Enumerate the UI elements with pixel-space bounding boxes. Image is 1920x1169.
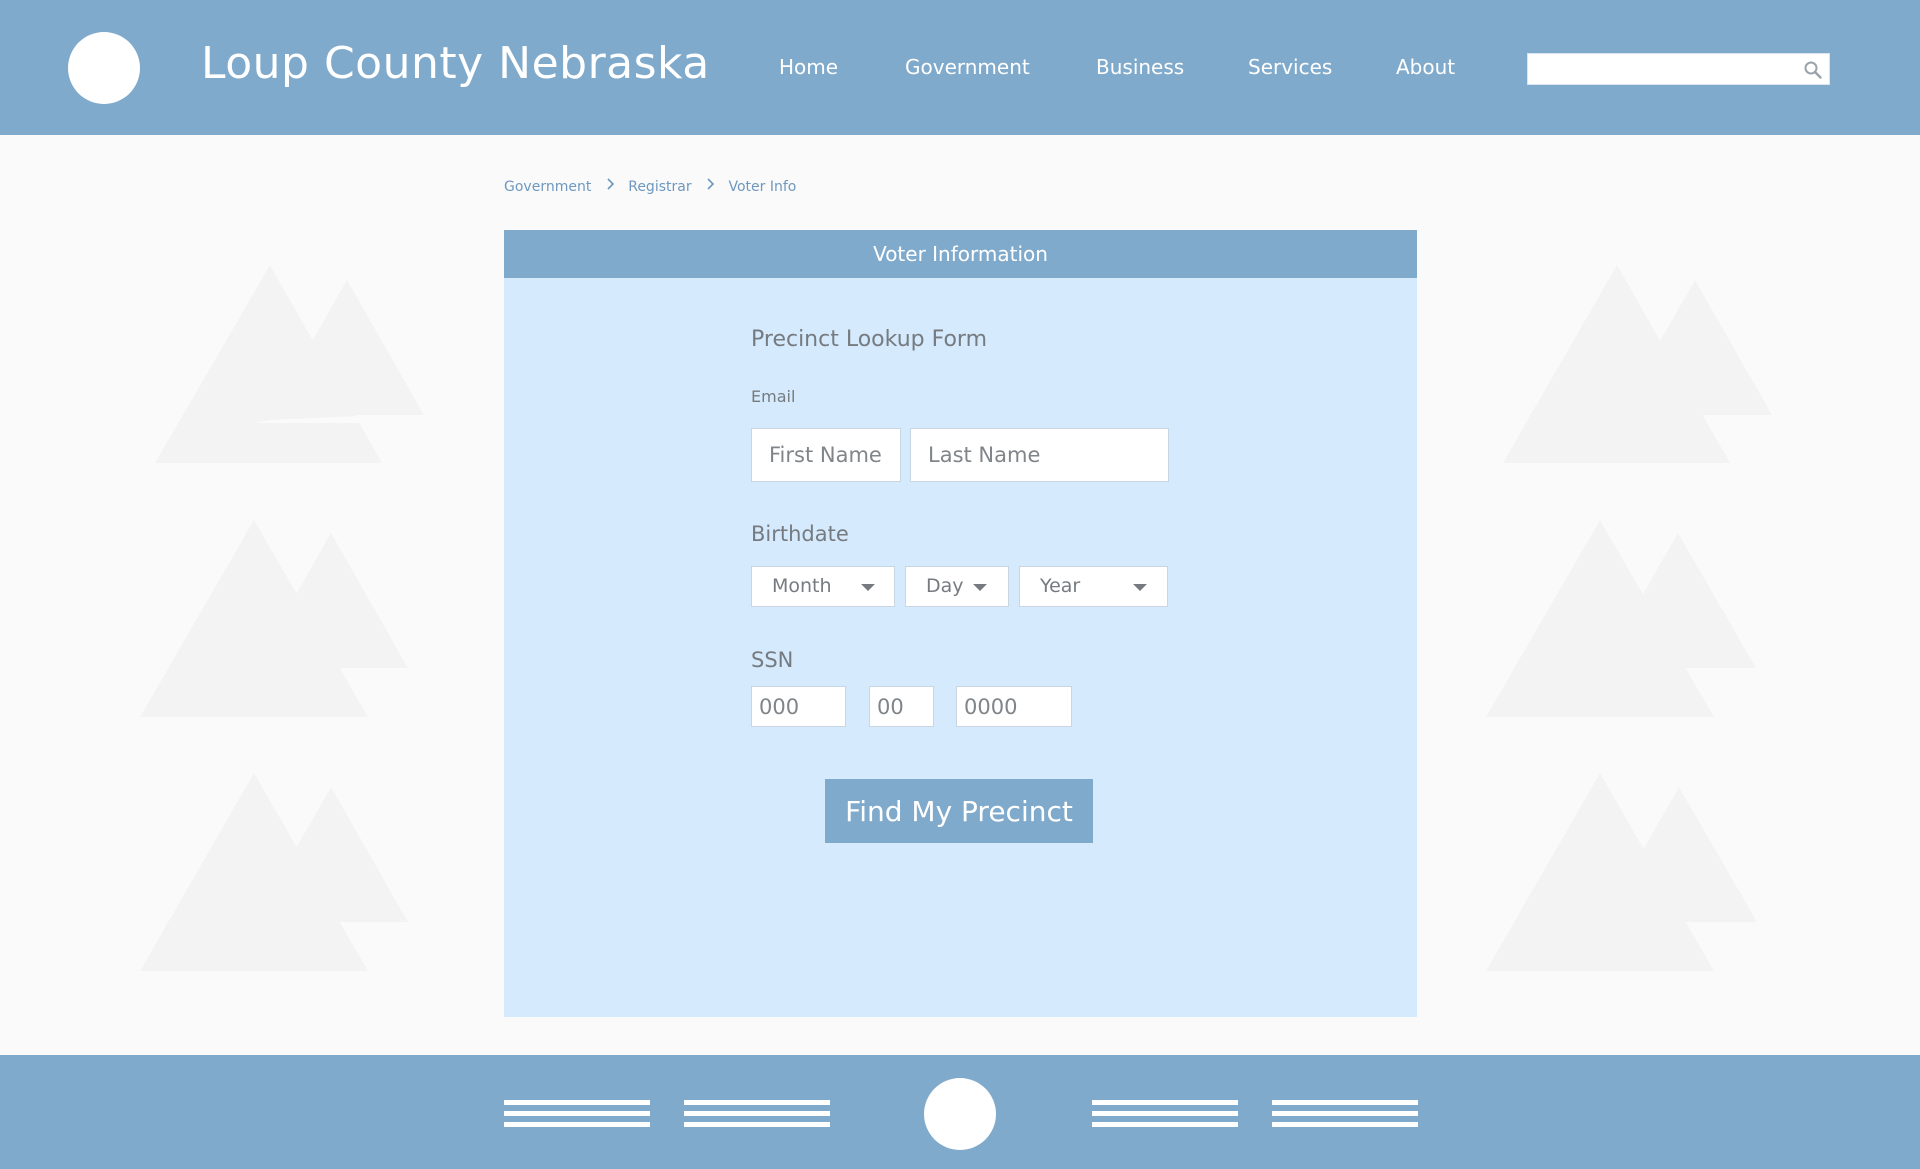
breadcrumb-government[interactable]: Government (504, 179, 591, 195)
month-select[interactable]: Month (751, 566, 895, 607)
first-name-input[interactable] (751, 428, 901, 482)
decorative-triangles-right (1486, 265, 1772, 971)
chevron-right-icon (707, 178, 715, 190)
nav-about[interactable]: About (1396, 55, 1455, 79)
site-header: Loup County Nebraska Home Government Bus… (0, 0, 1920, 135)
ssn-group-input[interactable] (869, 686, 934, 727)
day-select[interactable]: Day (905, 566, 1009, 607)
footer-link-group-1[interactable] (504, 1100, 650, 1133)
caret-down-icon (973, 584, 987, 591)
find-precinct-button[interactable]: Find My Precinct (825, 779, 1093, 843)
caret-down-icon (861, 584, 875, 591)
chevron-right-icon (607, 178, 614, 190)
search-icon[interactable] (1803, 60, 1823, 80)
year-select[interactable]: Year (1019, 566, 1168, 607)
day-select-label: Day (926, 575, 964, 597)
voter-info-panel: Voter Information Precinct Lookup Form E… (504, 230, 1417, 1017)
ssn-label: SSN (751, 648, 794, 672)
ssn-area-input[interactable] (751, 686, 846, 727)
search-input[interactable] (1528, 54, 1798, 84)
breadcrumb-voter-info[interactable]: Voter Info (729, 179, 797, 195)
breadcrumb-registrar[interactable]: Registrar (628, 179, 691, 195)
footer-link-group-3[interactable] (1092, 1100, 1238, 1133)
form-title: Precinct Lookup Form (751, 327, 988, 352)
nav-business[interactable]: Business (1096, 55, 1184, 79)
last-name-input[interactable] (910, 428, 1169, 482)
year-select-label: Year (1040, 575, 1081, 597)
search-box (1527, 53, 1830, 85)
footer-link-group-2[interactable] (684, 1100, 830, 1133)
nav-government[interactable]: Government (905, 55, 1030, 79)
birthdate-label: Birthdate (751, 522, 849, 546)
nav-home[interactable]: Home (779, 55, 838, 79)
panel-title: Voter Information (504, 230, 1417, 278)
nav-services[interactable]: Services (1248, 55, 1332, 79)
footer-link-group-4[interactable] (1272, 1100, 1418, 1133)
ssn-serial-input[interactable] (956, 686, 1072, 727)
month-select-label: Month (772, 575, 832, 597)
footer-logo[interactable] (924, 1078, 996, 1150)
email-label: Email (751, 387, 796, 406)
decorative-triangles-left (140, 265, 424, 971)
caret-down-icon (1133, 584, 1147, 591)
site-footer (0, 1055, 1920, 1169)
breadcrumb: Government Registrar Voter Info (504, 177, 796, 197)
